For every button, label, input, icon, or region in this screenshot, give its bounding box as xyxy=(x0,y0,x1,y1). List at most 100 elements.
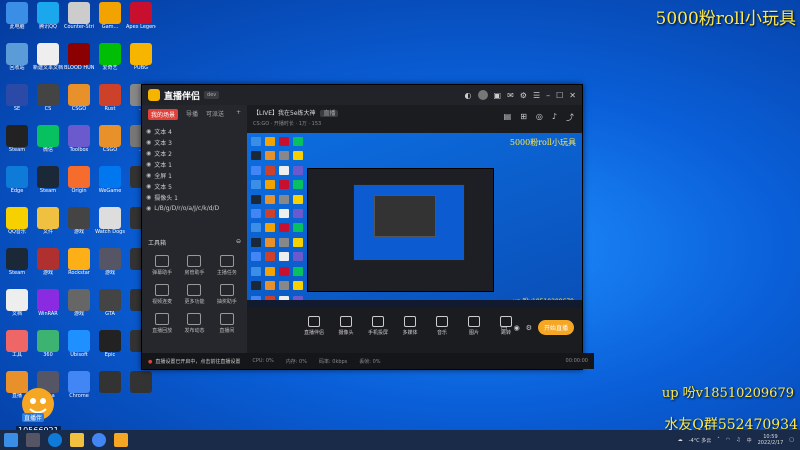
desktop-icon[interactable]: 此电脑 xyxy=(2,2,32,36)
room-title[interactable]: 【LIVE】我在5e练大神 xyxy=(253,110,316,117)
desktop-icon[interactable]: Chrome xyxy=(64,371,94,405)
desktop-icon[interactable]: Gam... xyxy=(95,2,125,36)
explorer-icon[interactable] xyxy=(70,433,84,447)
eye-icon[interactable]: ◉ xyxy=(146,172,151,179)
desktop-icon[interactable]: Rust xyxy=(95,84,125,118)
tool-button[interactable]: 直播回放 xyxy=(146,313,178,334)
eye-icon[interactable]: ◉ xyxy=(146,205,151,212)
tool-button[interactable]: 抽奖助手 xyxy=(211,284,243,305)
desktop-icon[interactable]: 360 xyxy=(33,330,63,364)
desktop-icon[interactable]: Steam xyxy=(33,166,63,200)
start-icon[interactable] xyxy=(4,433,18,447)
gift-icon[interactable]: ▣ xyxy=(494,91,502,100)
desktop-icon[interactable]: 游戏 xyxy=(33,248,63,282)
minimize-button[interactable]: – xyxy=(546,91,550,100)
clock[interactable]: 10:59 2022/2/17 xyxy=(758,434,784,446)
tool-button[interactable]: 主播任务 xyxy=(211,255,243,276)
source-button[interactable]: 图片 xyxy=(462,316,486,336)
go-live-button[interactable]: 开始直播 xyxy=(537,320,574,335)
sidebar-tab[interactable]: 可派送 xyxy=(206,109,224,120)
desktop-icon[interactable]: Steam xyxy=(2,248,32,282)
close-button[interactable]: ✕ xyxy=(569,91,576,100)
add-scene-icon[interactable]: + xyxy=(236,109,241,120)
status-warning[interactable]: 直播设置已开启中，点击前往直播设置 xyxy=(148,358,240,365)
desktop-icon[interactable]: Watch Dogs xyxy=(95,207,125,241)
layout-icon[interactable]: ⊞ xyxy=(520,112,527,123)
desktop-icon[interactable]: Counter-Strike xyxy=(64,2,94,36)
desktop-icon[interactable]: Apex Legends xyxy=(126,2,156,36)
scene-item[interactable]: ◉ L/B/g/D/r/o/a/J/c/k/d/D xyxy=(146,203,243,214)
desktop-icon[interactable]: Steam xyxy=(2,125,32,159)
desktop-icon[interactable] xyxy=(126,371,156,405)
desktop-icon[interactable]: Edge xyxy=(2,166,32,200)
desktop-icon[interactable]: WinRAR xyxy=(33,289,63,323)
eye-icon[interactable]: ◉ xyxy=(146,150,151,157)
stream-preview[interactable]: 5000粉roll小玩具 up 吩v18510209679 水友Q群552470… xyxy=(247,133,582,308)
shop-icon[interactable]: ▤ xyxy=(504,112,512,123)
desktop-icon[interactable]: 游戏 xyxy=(64,289,94,323)
source-button[interactable]: 手机投屏 xyxy=(366,316,390,336)
source-button[interactable]: 摄像头 xyxy=(334,316,358,336)
screenshot-icon[interactable]: ◎ xyxy=(536,112,543,123)
eye-icon[interactable]: ◉ xyxy=(146,183,151,190)
desktop-icon[interactable]: Epic xyxy=(95,330,125,364)
desktop-icon[interactable]: Toolbox xyxy=(64,125,94,159)
share-icon[interactable]: ⤴ xyxy=(566,112,574,123)
bell-icon[interactable]: ♪ xyxy=(552,112,557,123)
eye-icon[interactable]: ◉ xyxy=(146,139,151,146)
maximize-button[interactable]: ☐ xyxy=(556,91,563,100)
source-button[interactable]: 多媒体 xyxy=(398,316,422,336)
scene-item[interactable]: ◉ 全屏 1 xyxy=(146,170,243,181)
app-titlebar[interactable]: 直播伴侣 dev ◐ ▣ ✉ ⚙ ☰ – ☐ ✕ xyxy=(142,85,582,105)
sidebar-tab[interactable]: 我的场景 xyxy=(148,109,179,120)
scene-item[interactable]: ◉ 文本 1 xyxy=(146,159,243,170)
desktop-icon[interactable]: SE xyxy=(2,84,32,118)
source-button[interactable]: 音乐 xyxy=(430,316,454,336)
settings-gear-icon[interactable]: ⚙ xyxy=(526,324,532,332)
record-icon[interactable]: ◉ xyxy=(514,324,520,332)
chrome-icon[interactable] xyxy=(92,433,106,447)
desktop-icon[interactable]: 爱奇艺 xyxy=(95,43,125,77)
tool-button[interactable]: 弹幕助手 xyxy=(146,255,178,276)
desktop-icon[interactable]: 文件 xyxy=(33,207,63,241)
toolbox-collapse-icon[interactable]: ⊖ xyxy=(236,238,241,247)
source-button[interactable]: 直播伴侣 xyxy=(302,316,326,336)
desktop-icon[interactable]: CSGO xyxy=(64,84,94,118)
message-icon[interactable]: ✉ xyxy=(507,91,514,100)
settings-icon[interactable]: ⚙ xyxy=(520,91,527,100)
volume-icon[interactable]: ♫ xyxy=(736,437,740,443)
eye-icon[interactable]: ◉ xyxy=(146,128,151,135)
scene-item[interactable]: ◉ 文本 4 xyxy=(146,126,243,137)
desktop-icon[interactable]: 工具 xyxy=(2,330,32,364)
desktop-icon[interactable]: QQ音乐 xyxy=(2,207,32,241)
desktop-icon[interactable]: Rockstar xyxy=(64,248,94,282)
desktop-icon[interactable]: Ubisoft xyxy=(64,330,94,364)
network-icon[interactable]: ◠ xyxy=(726,437,730,443)
weather-text[interactable]: -4°C 多云 xyxy=(689,437,712,444)
camera-toggle-icon[interactable]: ▭ xyxy=(501,324,508,332)
scene-item[interactable]: ◉ 摄像头 1 xyxy=(146,192,243,203)
tool-button[interactable]: 发布动态 xyxy=(178,313,210,334)
desktop-icon[interactable]: 文档 xyxy=(2,289,32,323)
desktop-icon[interactable]: 游戏 xyxy=(95,248,125,282)
desktop-icon[interactable]: BLOOD HUNT xyxy=(64,43,94,77)
ime-indicator[interactable]: 中 xyxy=(747,437,752,444)
desktop-icon[interactable]: CS xyxy=(33,84,63,118)
tool-button[interactable]: 房管助手 xyxy=(178,255,210,276)
desktop-icon[interactable]: 微信 xyxy=(33,125,63,159)
desktop-icon[interactable]: 新建文本文档 xyxy=(33,43,63,77)
notification-icon[interactable]: ▢ xyxy=(789,437,794,443)
desktop-icon[interactable]: 游戏 xyxy=(64,207,94,241)
desktop-icon[interactable]: CSGO xyxy=(95,125,125,159)
tool-button[interactable]: 视频连麦 xyxy=(146,284,178,305)
desktop-icon[interactable]: WeGame xyxy=(95,166,125,200)
avatar[interactable] xyxy=(477,90,488,100)
eye-icon[interactable]: ◉ xyxy=(146,161,151,168)
eye-icon[interactable]: ◉ xyxy=(146,194,151,201)
desktop-icon[interactable]: Origin xyxy=(64,166,94,200)
task-view-icon[interactable] xyxy=(26,433,40,447)
tool-button[interactable]: 直播间 xyxy=(211,313,243,334)
menu-icon[interactable]: ☰ xyxy=(533,91,540,100)
desktop-icon[interactable]: GTA xyxy=(95,289,125,323)
desktop-icon[interactable]: 回收站 xyxy=(2,43,32,77)
